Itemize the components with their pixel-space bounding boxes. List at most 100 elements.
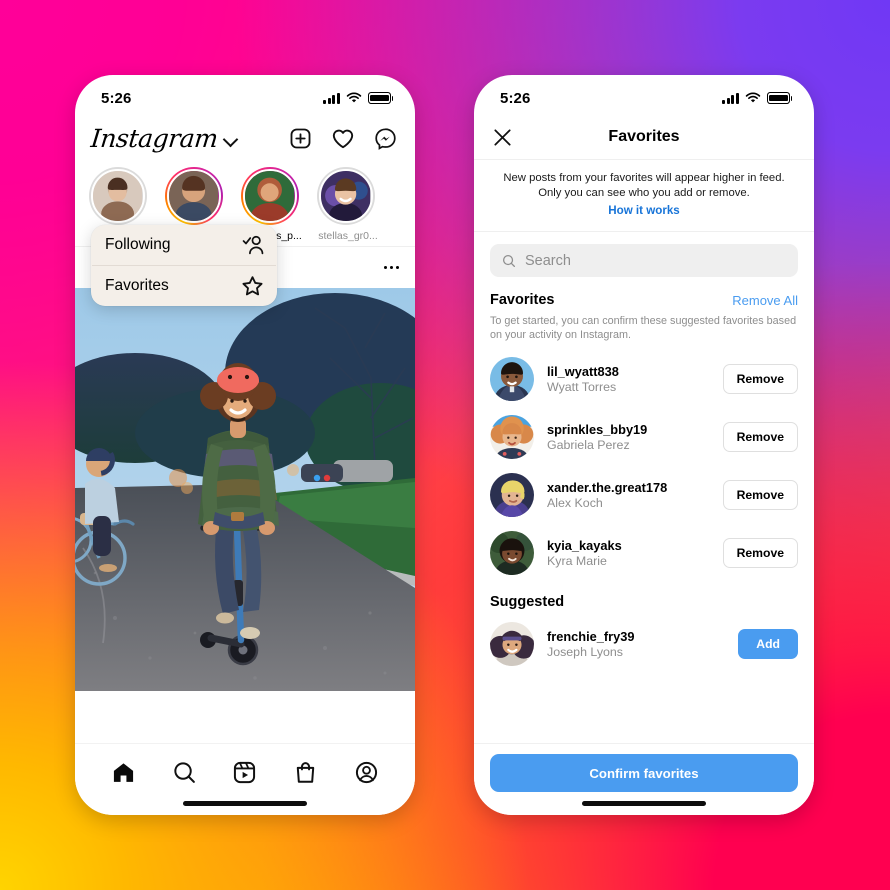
plus-square-icon[interactable] xyxy=(289,127,312,150)
story-ring xyxy=(89,167,147,225)
cellular-bars-icon xyxy=(323,92,340,104)
shop-bag-icon[interactable] xyxy=(293,760,318,785)
search-icon[interactable] xyxy=(172,760,197,785)
avatar-liam-bean xyxy=(169,171,219,221)
avatar-lil-wyatt838 xyxy=(490,357,534,401)
list-item[interactable]: lil_wyatt838 Wyatt Torres Remove xyxy=(474,350,814,408)
left-status-bar: 5:26 xyxy=(75,75,415,115)
search-input[interactable]: Search xyxy=(490,244,798,277)
section-title: Favorites xyxy=(490,292,555,308)
favorites-description: New posts from your favorites will appea… xyxy=(474,159,814,232)
fullname: Alex Koch xyxy=(547,495,603,510)
avatar[interactable] xyxy=(490,622,534,666)
search-container: Search xyxy=(474,232,814,285)
avatar[interactable] xyxy=(490,531,534,575)
battery-icon xyxy=(767,92,793,104)
instagram-header: Instagram xyxy=(75,115,415,161)
remove-all-button[interactable]: Remove All xyxy=(732,293,798,308)
suggested-section-header: Suggested xyxy=(474,582,814,612)
user-info: kyia_kayaks Kyra Marie xyxy=(547,538,723,569)
avatar-frenchie-fry39 xyxy=(490,622,534,666)
home-indicator xyxy=(582,801,706,806)
list-item[interactable]: sprinkles_bby19 Gabriela Perez Remove xyxy=(474,408,814,466)
add-button[interactable]: Add xyxy=(738,629,798,659)
avatar-princess-p xyxy=(245,171,295,221)
home-icon[interactable] xyxy=(111,760,136,785)
dropdown-item-label: Following xyxy=(105,236,171,253)
profile-icon[interactable] xyxy=(354,760,379,785)
story-label: stellas_gr0... xyxy=(318,230,378,242)
search-icon xyxy=(502,254,516,267)
story-ring xyxy=(165,167,223,225)
avatar[interactable] xyxy=(490,415,534,459)
left-phone-mockup: 5:26 Instagram stellas_gr0... Following … xyxy=(75,75,415,815)
avatar[interactable] xyxy=(490,473,534,517)
star-icon xyxy=(242,276,263,296)
story-item[interactable]: stellas_gr0... xyxy=(317,167,379,242)
avatar-kyia-kayaks xyxy=(490,531,534,575)
dropdown-item-favorites[interactable]: Favorites xyxy=(91,266,277,306)
right-status-bar: 5:26 xyxy=(474,75,814,115)
list-item[interactable]: kyia_kayaks Kyra Marie Remove xyxy=(474,524,814,582)
avatar-your-story xyxy=(93,171,143,221)
favorites-header: Favorites xyxy=(474,115,814,159)
favorites-section-header: Favorites Remove All xyxy=(474,285,814,310)
dropdown-item-following[interactable]: Following xyxy=(91,225,277,265)
page-title: Favorites xyxy=(608,128,680,145)
instagram-logo-dropdown-trigger[interactable]: Instagram xyxy=(89,123,239,153)
username: frenchie_fry39 xyxy=(547,628,635,644)
header-actions xyxy=(289,127,397,150)
chevron-down-icon xyxy=(222,131,239,147)
section-subtitle: To get started, you can confirm these su… xyxy=(490,315,797,341)
username: sprinkles_bby19 xyxy=(547,421,648,437)
description-line-1: New posts from your favorites will appea… xyxy=(503,172,785,184)
avatar xyxy=(167,169,221,223)
wifi-icon xyxy=(346,92,362,103)
messenger-icon[interactable] xyxy=(374,127,397,150)
section-title: Suggested xyxy=(490,594,565,610)
story-ring xyxy=(241,167,299,225)
home-indicator xyxy=(183,801,307,806)
list-item[interactable]: xander.the.great178 Alex Koch Remove xyxy=(474,466,814,524)
remove-button[interactable]: Remove xyxy=(722,480,798,510)
how-it-works-link[interactable]: How it works xyxy=(608,204,680,217)
username: xander.the.great178 xyxy=(547,479,668,495)
avatar xyxy=(243,169,297,223)
person-check-icon xyxy=(242,235,264,255)
avatar[interactable] xyxy=(490,357,534,401)
search-placeholder: Search xyxy=(525,252,571,269)
wifi-icon xyxy=(745,92,761,103)
battery-icon xyxy=(368,92,394,104)
fullname: Wyatt Torres xyxy=(547,379,617,394)
more-options-icon[interactable] xyxy=(384,265,399,270)
heart-icon[interactable] xyxy=(331,127,355,150)
instagram-wordmark: Instagram xyxy=(89,123,220,153)
story-ring xyxy=(317,167,375,225)
remove-button[interactable]: Remove xyxy=(722,364,798,394)
user-info: frenchie_fry39 Joseph Lyons xyxy=(547,629,738,660)
fullname: Joseph Lyons xyxy=(547,644,624,659)
username: lil_wyatt838 xyxy=(547,363,619,379)
confirm-favorites-button[interactable]: Confirm favorites xyxy=(490,754,798,792)
list-item[interactable]: frenchie_fry39 Joseph Lyons Add xyxy=(474,612,814,673)
status-time: 5:26 xyxy=(101,89,132,107)
right-phone-mockup: 5:26 Favorites New posts from your favor… xyxy=(474,75,814,815)
status-icons xyxy=(722,92,793,104)
username: kyia_kayaks xyxy=(547,537,622,553)
poster-canvas: 5:26 Instagram stellas_gr0... Following … xyxy=(0,0,890,890)
status-icons xyxy=(323,92,394,104)
reels-icon[interactable] xyxy=(232,760,257,785)
cellular-bars-icon xyxy=(722,92,739,104)
remove-button[interactable]: Remove xyxy=(722,422,798,452)
user-info: sprinkles_bby19 Gabriela Perez xyxy=(547,422,723,453)
fullname: Gabriela Perez xyxy=(547,437,630,452)
user-info: xander.the.great178 Alex Koch xyxy=(547,480,723,511)
description-line-2: Only you can see who you add or remove. xyxy=(538,187,750,199)
remove-button[interactable]: Remove xyxy=(722,538,798,568)
post-photo[interactable] xyxy=(75,288,415,691)
status-time: 5:26 xyxy=(500,89,531,107)
feed-filter-dropdown[interactable]: Following Favorites xyxy=(91,225,277,306)
dropdown-item-label: Favorites xyxy=(105,277,169,294)
avatar-sprinkles-bby19 xyxy=(490,415,534,459)
post-photo-illustration xyxy=(75,288,415,691)
